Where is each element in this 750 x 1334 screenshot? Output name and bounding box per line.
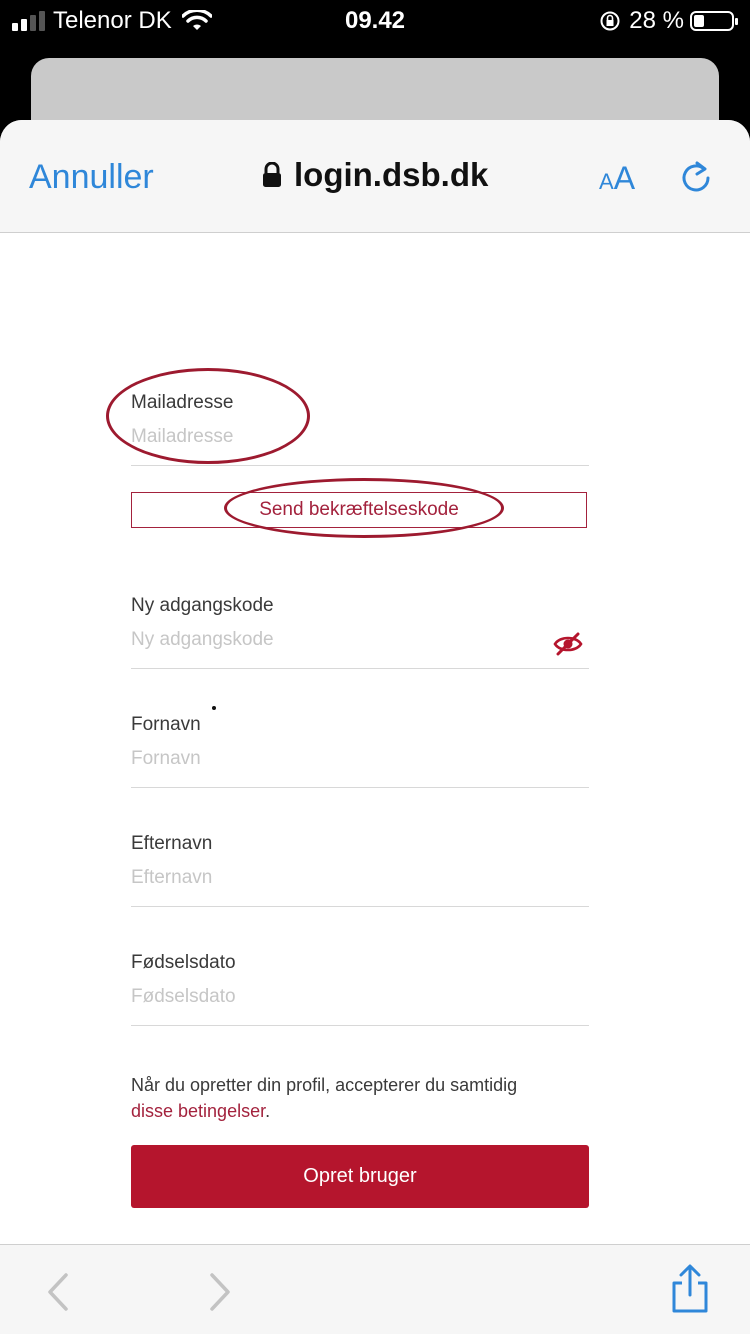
browser-toolbar <box>0 1244 750 1334</box>
first-name-label: Fornavn <box>131 714 201 735</box>
cancel-button[interactable]: Annuller <box>29 158 154 197</box>
password-input[interactable]: Ny adgangskode <box>131 629 274 651</box>
create-user-button[interactable]: Opret bruger <box>131 1145 589 1208</box>
last-name-input[interactable]: Efternavn <box>131 867 212 889</box>
last-name-field[interactable]: Efternavn Efternavn <box>131 833 589 907</box>
url-text: login.dsb.dk <box>294 156 489 193</box>
password-field[interactable]: Ny adgangskode Ny adgangskode <box>131 595 589 669</box>
stray-dot <box>212 706 216 710</box>
lock-icon <box>263 162 281 187</box>
text-size-button[interactable]: AA <box>599 160 635 197</box>
browser-navbar: Annuller login.dsb.dk AA <box>0 120 750 233</box>
terms-link[interactable]: disse betingelser <box>131 1101 265 1121</box>
annotation-ellipse-email <box>106 368 310 464</box>
terms-prefix: Når du opretter din profil, accepterer d… <box>131 1075 518 1095</box>
browser-sheet: Annuller login.dsb.dk AA Mailadresse Mai… <box>0 120 750 1334</box>
status-bar: Telenor DK 09.42 28 % <box>0 0 750 44</box>
birthdate-label: Fødselsdato <box>131 952 236 973</box>
first-name-input[interactable]: Fornavn <box>131 748 201 770</box>
forward-chevron-icon[interactable] <box>206 1273 234 1311</box>
battery-percent: 28 % <box>629 7 684 34</box>
eye-slash-icon[interactable] <box>553 631 583 657</box>
terms-period: . <box>265 1101 271 1121</box>
share-icon[interactable] <box>668 1263 712 1315</box>
annotation-ellipse-send-code <box>224 478 504 538</box>
battery-icon <box>690 11 738 31</box>
orientation-lock-icon <box>600 11 620 31</box>
birthdate-input[interactable]: Fødselsdato <box>131 986 236 1008</box>
first-name-field[interactable]: Fornavn Fornavn <box>131 714 589 788</box>
url-display[interactable]: login.dsb.dk <box>262 156 488 194</box>
text-size-large-glyph: A <box>613 160 636 196</box>
birthdate-field[interactable]: Fødselsdato Fødselsdato <box>131 952 589 1026</box>
text-size-small-glyph: A <box>599 169 614 194</box>
password-label: Ny adgangskode <box>131 595 274 616</box>
battery-info: 28 % <box>599 7 738 35</box>
terms-text: Når du opretter din profil, accepterer d… <box>131 1072 601 1124</box>
back-chevron-icon[interactable] <box>44 1273 72 1311</box>
reload-icon[interactable] <box>678 160 714 196</box>
last-name-label: Efternavn <box>131 833 213 854</box>
